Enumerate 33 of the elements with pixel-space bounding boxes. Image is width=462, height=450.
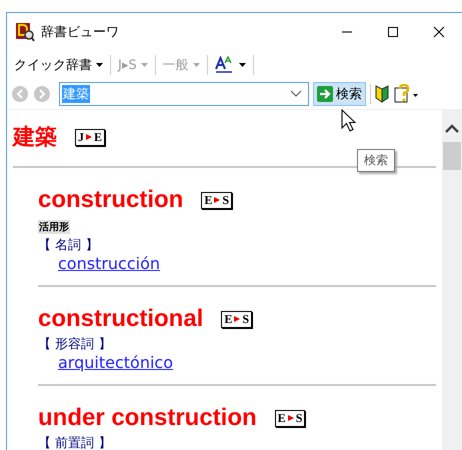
arrow-right-icon: [317, 86, 333, 102]
part-of-speech: 【 前置詞 】: [38, 435, 112, 450]
mouse-cursor-icon: [341, 109, 357, 133]
scroll-up-icon[interactable]: [445, 124, 459, 134]
help-icon[interactable]: [393, 84, 419, 104]
tooltip: 検索: [357, 149, 395, 172]
dictionary-badge: E S: [221, 310, 252, 328]
caret-icon: [192, 63, 200, 67]
search-button[interactable]: 検索: [313, 82, 366, 106]
beginner-mark-icon[interactable]: [375, 85, 389, 103]
inflection-tag: 活用形: [38, 220, 70, 234]
scrollbar-thumb[interactable]: [443, 142, 461, 170]
maximize-icon[interactable]: [387, 26, 399, 38]
headword: under construction: [38, 404, 257, 432]
caret-icon: [96, 63, 103, 67]
font-letters-icon: [214, 56, 235, 74]
headword: 建築: [13, 124, 57, 152]
part-of-speech: 【 形容詞 】: [38, 336, 112, 353]
part-of-speech: 【 名詞 】: [38, 237, 100, 254]
dictionary-badge: J E: [75, 128, 106, 146]
caret-icon: [238, 63, 246, 67]
translation-link[interactable]: arquitectónico: [58, 353, 173, 372]
dictionary-badge: E S: [201, 192, 232, 208]
window-title: 辞書ビューワ: [41, 24, 120, 41]
chevron-down-icon[interactable]: [290, 90, 302, 98]
dictionary-app-icon: [15, 22, 35, 42]
close-icon[interactable]: [433, 26, 445, 38]
caret-icon: [140, 63, 148, 67]
dictionary-badge: E S: [274, 410, 306, 426]
headword: construction: [38, 186, 184, 214]
headword: constructional: [38, 305, 204, 333]
translation-link[interactable]: construcción: [58, 254, 160, 273]
toolbar-menu-button[interactable]: クイック辞書: [11, 54, 106, 76]
